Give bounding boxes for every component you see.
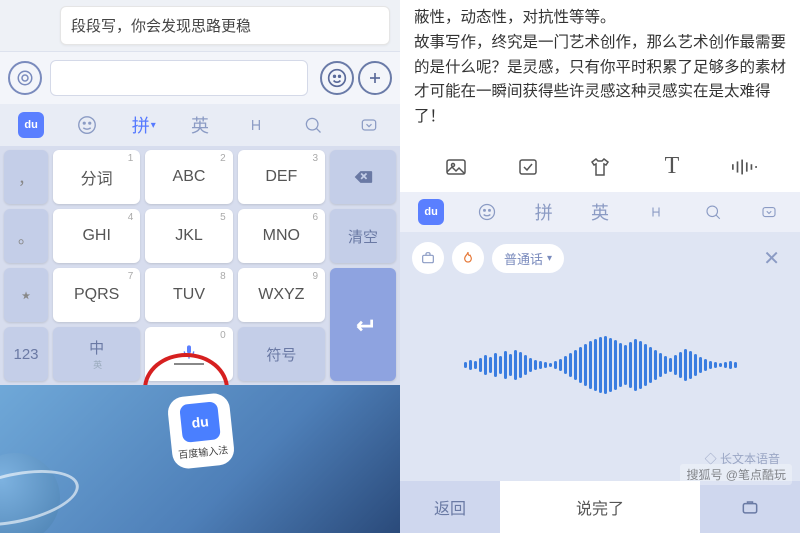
close-icon[interactable]: ✕: [755, 242, 788, 275]
search-icon[interactable]: [285, 104, 339, 146]
input-bar: [0, 51, 400, 104]
cursor-icon[interactable]: [229, 104, 283, 146]
key-123[interactable]: 123: [4, 327, 48, 381]
key-backspace[interactable]: [330, 150, 396, 204]
vote-icon[interactable]: [508, 152, 548, 182]
wallpaper-photo: du百度输入法: [0, 385, 400, 533]
pinyin-mode[interactable]: 拼▾: [117, 104, 171, 146]
briefcase-chip[interactable]: [412, 242, 444, 274]
ime-toolbar: du 拼▾ 英: [0, 104, 400, 146]
key-clear[interactable]: 清空: [330, 209, 396, 263]
done-speaking-button[interactable]: 说完了: [500, 481, 700, 533]
article-text: 蔽性，动态性，对抗性等等。 故事写作，终究是一门艺术创作，那么艺术创作最需要的是…: [400, 0, 800, 136]
pinyin-mode[interactable]: 拼: [517, 192, 571, 232]
english-mode[interactable]: 英: [573, 192, 627, 232]
settings-icon[interactable]: [700, 481, 800, 533]
text-icon[interactable]: T: [652, 152, 692, 182]
back-button[interactable]: 返回: [400, 481, 500, 533]
plus-button[interactable]: [358, 61, 392, 95]
language-chip[interactable]: 普通话 ▾: [492, 244, 564, 273]
keyboard: ， 1分词 2ABC 3DEF 。 4GHI 5JKL 6MNO 清空 ٭ 7P…: [0, 146, 400, 385]
cursor-icon[interactable]: [629, 192, 683, 232]
apparel-icon[interactable]: [580, 152, 620, 182]
baidu-logo-icon[interactable]: du: [404, 192, 458, 232]
audio-icon[interactable]: [724, 152, 764, 182]
key-symbol[interactable]: 符号: [238, 327, 325, 381]
key-period[interactable]: 。: [4, 209, 48, 263]
voice-panel: 普通话 ▾ ✕ ◇ 长文本语音: [400, 232, 800, 481]
emoji-icon[interactable]: [60, 104, 114, 146]
key-ghi[interactable]: 4GHI: [53, 209, 140, 263]
long-text-voice-label[interactable]: ◇ 长文本语音: [412, 446, 788, 471]
voice-bottom-bar: 返回 说完了: [400, 481, 800, 533]
baidu-ime-app-icon: du百度输入法: [166, 392, 235, 470]
key-comma[interactable]: ，: [4, 150, 48, 204]
message-input[interactable]: [50, 60, 308, 96]
key-jkl[interactable]: 5JKL: [145, 209, 232, 263]
emoji-icon[interactable]: [460, 192, 514, 232]
key-pqrs[interactable]: 7PQRS: [53, 268, 140, 322]
collapse-icon[interactable]: [342, 104, 396, 146]
voice-waveform: [412, 285, 788, 446]
key-tuv[interactable]: 8TUV: [145, 268, 232, 322]
key-wildcard[interactable]: ٭: [4, 268, 48, 322]
collapse-icon[interactable]: [742, 192, 796, 232]
key-mic-space[interactable]: 0: [145, 327, 232, 381]
emoji-button[interactable]: [320, 61, 354, 95]
hot-chip[interactable]: [452, 242, 484, 274]
chat-message: 段段写，你会发现思路更稳: [60, 6, 390, 45]
baidu-logo-icon[interactable]: du: [4, 104, 58, 146]
key-enter[interactable]: [330, 268, 396, 381]
voice-toggle-button[interactable]: [8, 61, 42, 95]
english-mode[interactable]: 英: [173, 104, 227, 146]
search-icon[interactable]: [685, 192, 739, 232]
key-wxyz[interactable]: 9WXYZ: [238, 268, 325, 322]
editor-media-row: T: [400, 136, 800, 192]
key-abc[interactable]: 2ABC: [145, 150, 232, 204]
key-zhong[interactable]: 中英: [53, 327, 140, 381]
key-fenci[interactable]: 1分词: [53, 150, 140, 204]
ime-toolbar-2: du 拼 英: [400, 192, 800, 232]
key-def[interactable]: 3DEF: [238, 150, 325, 204]
image-icon[interactable]: [436, 152, 476, 182]
key-mno[interactable]: 6MNO: [238, 209, 325, 263]
